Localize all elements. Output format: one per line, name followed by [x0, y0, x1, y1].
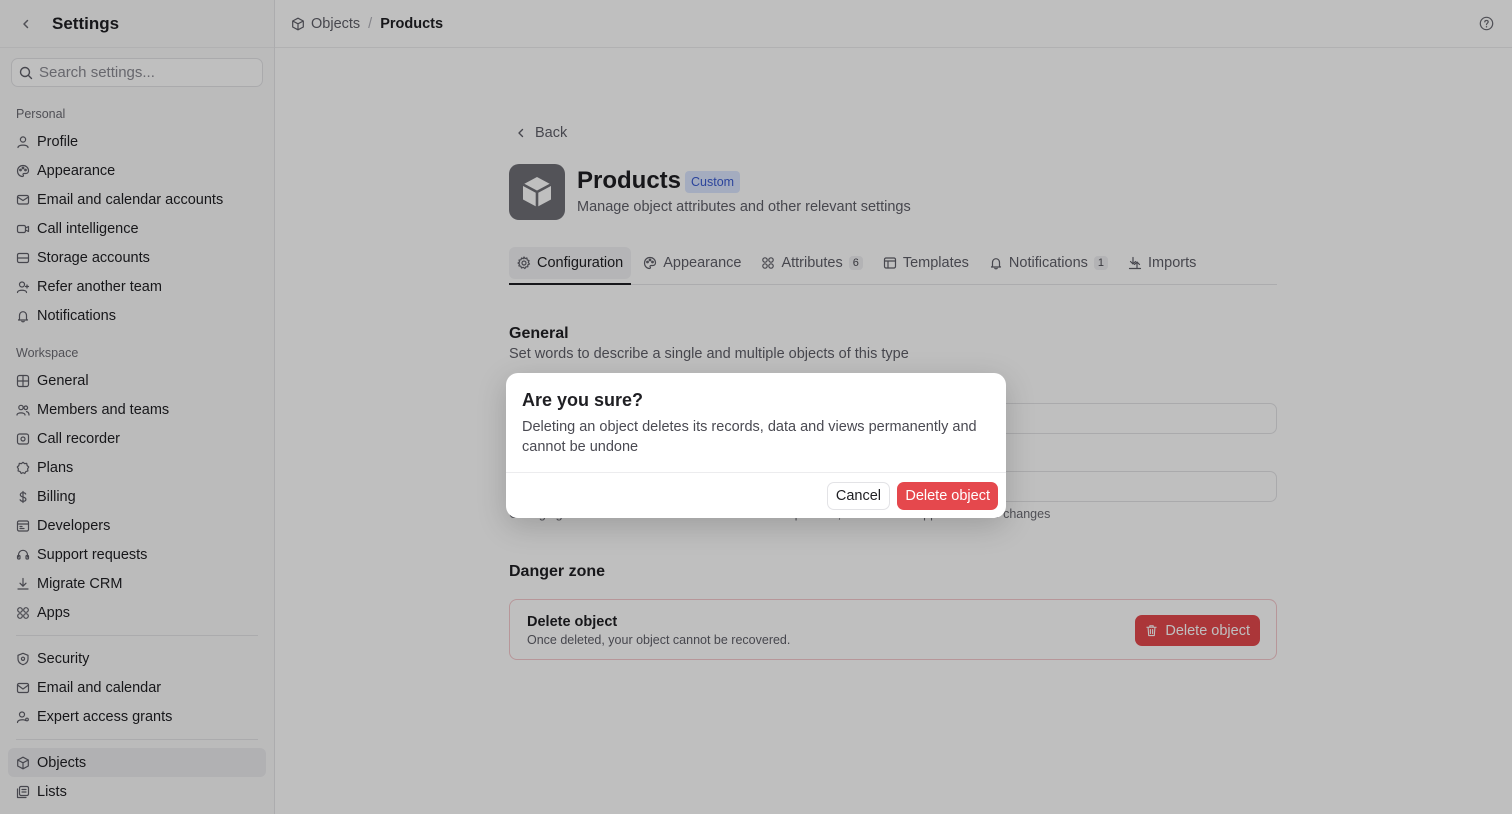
confirm-delete-dialog: Are you sure? Deleting an object deletes…: [506, 373, 1006, 518]
dialog-divider: [506, 472, 1006, 473]
dialog-title: Are you sure?: [522, 390, 644, 410]
cancel-button[interactable]: Cancel: [826, 482, 890, 510]
dialog-message: Deleting an object deletes its records, …: [522, 419, 977, 455]
confirm-delete-button[interactable]: Delete object: [897, 482, 998, 510]
